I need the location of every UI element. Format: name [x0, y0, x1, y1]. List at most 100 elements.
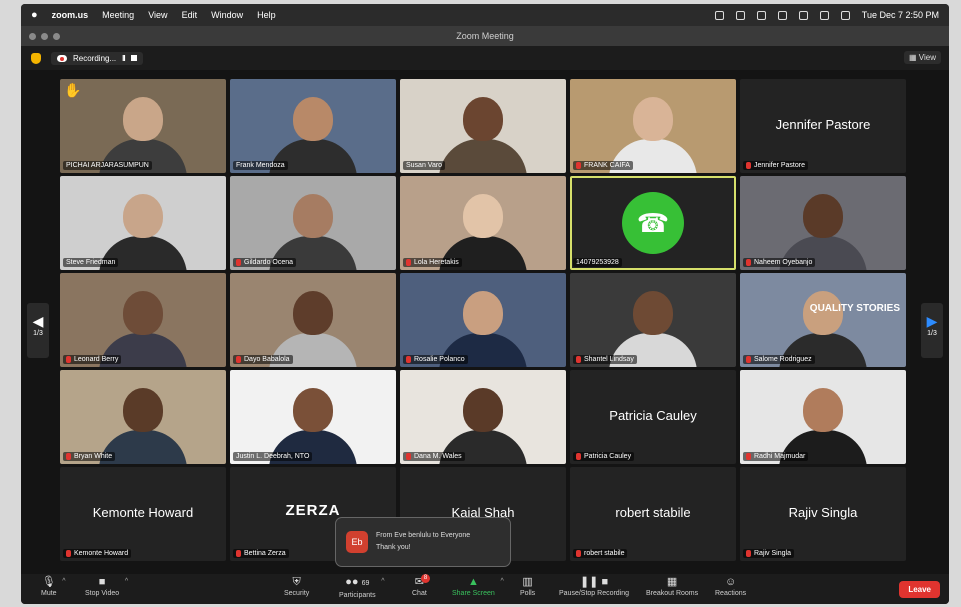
chat-button[interactable]: ✉ 8 Chat — [412, 574, 430, 597]
breakout-label: Breakout Rooms — [646, 590, 699, 597]
stop-recording-icon[interactable] — [130, 55, 137, 61]
chevron-up-icon[interactable]: ^ — [125, 578, 128, 585]
participant-tile[interactable]: Naheem Oyebanjo — [740, 176, 906, 270]
leave-button[interactable]: Leave — [899, 581, 940, 598]
battery-icon[interactable] — [798, 10, 808, 20]
bluetooth-icon[interactable] — [777, 10, 787, 20]
menu-help[interactable]: Help — [257, 10, 276, 20]
participants-button[interactable]: ●● 69 Participants ^ — [339, 576, 385, 599]
participant-head — [293, 291, 333, 335]
participant-name-label: PICHAI ARJARASUMPUN — [63, 161, 152, 170]
participant-name-label: Jennifer Pastore — [743, 161, 808, 170]
participant-name-label: robert stabile — [573, 549, 628, 558]
participant-tile[interactable]: Rajiv Singla Rajiv Singla — [740, 467, 906, 561]
polls-button[interactable]: ▥ Polls — [520, 576, 535, 597]
participant-tile[interactable]: Justin L. Deebrah, NTO — [230, 370, 396, 464]
menu-window[interactable]: Window — [211, 10, 243, 20]
chevron-up-icon[interactable]: ^ — [381, 578, 384, 585]
stop-video-button[interactable]: ■ Stop Video ^ — [85, 576, 128, 597]
participant-tile[interactable]: ✋ PICHAI ARJARASUMPUN — [60, 79, 226, 173]
menu-edit[interactable]: Edit — [182, 10, 198, 20]
participant-tile[interactable]: Dayo Babalola — [230, 273, 396, 367]
video-feed — [60, 79, 226, 173]
participant-tile[interactable]: Shantel Lindsay — [570, 273, 736, 367]
participant-tile[interactable]: Radhi Majmudar — [740, 370, 906, 464]
pause-stop-recording-button[interactable]: ❚❚ ■ Pause/Stop Recording — [559, 576, 629, 597]
video-feed — [400, 273, 566, 367]
share-screen-button[interactable]: ▲ Share Screen ^ — [452, 576, 504, 597]
status-icon-2[interactable] — [735, 10, 745, 20]
chevron-up-icon[interactable]: ^ — [501, 578, 504, 585]
participant-tile[interactable]: FRANK CAIFA — [570, 79, 736, 173]
security-label: Security — [284, 590, 310, 597]
muted-mic-icon — [576, 453, 581, 460]
participant-tile[interactable]: robert stabile robert stabile — [570, 467, 736, 561]
participant-name-label: Kemonte Howard — [63, 549, 132, 558]
participant-tile[interactable]: Steve Friedman — [60, 176, 226, 270]
participant-tile[interactable]: QUALITY STORIES Salome Rodriguez — [740, 273, 906, 367]
participant-tile[interactable]: Kemonte Howard Kemonte Howard — [60, 467, 226, 561]
participant-tile[interactable]: Bryan White — [60, 370, 226, 464]
participant-head — [463, 388, 503, 432]
chat-from: From Eve benlulu to Everyone — [376, 532, 471, 539]
meeting-topbar: Recording... II ▦ View — [21, 46, 949, 70]
participant-name-label: Leonard Berry — [63, 355, 122, 364]
security-button[interactable]: ⛨ Security — [284, 576, 309, 597]
participants-count: 69 — [361, 580, 370, 587]
participant-name: Jennifer Pastore — [754, 162, 805, 169]
participant-name: Gildardo Ocena — [244, 259, 294, 266]
chevron-up-icon[interactable]: ^ — [62, 578, 65, 585]
stop-video-label: Stop Video — [85, 590, 120, 597]
participant-name: PICHAI ARJARASUMPUN — [66, 162, 149, 169]
mute-button[interactable]: 🎙 Mute ^ — [41, 576, 66, 597]
participant-tile[interactable]: Leonard Berry — [60, 273, 226, 367]
video-feed — [400, 79, 566, 173]
chevron-right-icon: ▶ — [926, 313, 938, 329]
sender-avatar: Eb — [346, 531, 368, 553]
video-feed — [740, 273, 906, 367]
participant-tile[interactable]: Susan Varo — [400, 79, 566, 173]
participant-tile[interactable]: Dana M. Wales — [400, 370, 566, 464]
reactions-button[interactable]: ☺ Reactions — [715, 576, 746, 597]
participant-name-label: Justin L. Deebrah, NTO — [233, 452, 313, 461]
search-icon[interactable] — [840, 10, 850, 20]
participant-name: 14079253928 — [576, 259, 619, 266]
prev-page-button[interactable]: ◀ 1/3 — [27, 303, 49, 358]
participant-name-label: Naheem Oyebanjo — [743, 258, 816, 267]
muted-mic-icon — [746, 356, 751, 363]
recording-indicator: Recording... II — [51, 51, 143, 65]
pause-recording-icon[interactable]: II — [122, 54, 126, 63]
next-page-button[interactable]: ▶ 1/3 — [921, 303, 943, 358]
breakout-rooms-button[interactable]: ▦ Breakout Rooms — [646, 576, 698, 597]
participant-tile[interactable]: Patricia Cauley Patricia Cauley — [570, 370, 736, 464]
video-feed — [230, 79, 396, 173]
apple-icon[interactable]: ● — [31, 9, 38, 21]
chat-notification[interactable]: Eb From Eve benlulu to Everyone Thank yo… — [335, 517, 511, 567]
participant-tile[interactable]: Lola Heretakis — [400, 176, 566, 270]
status-icon-1[interactable] — [714, 10, 724, 20]
status-icon-3[interactable] — [756, 10, 766, 20]
muted-mic-icon — [746, 259, 751, 266]
participant-name: Salome Rodriguez — [754, 356, 812, 363]
participant-head — [463, 194, 503, 238]
zoom-screen: ● zoom.us Meeting View Edit Window Help … — [21, 4, 949, 604]
raised-hand-icon: ✋ — [64, 82, 82, 98]
wifi-icon[interactable] — [819, 10, 829, 20]
participant-tile[interactable]: Frank Mendoza — [230, 79, 396, 173]
menubar-clock[interactable]: Tue Dec 7 2:50 PM — [862, 10, 939, 20]
app-menu[interactable]: zoom.us — [52, 10, 89, 20]
muted-mic-icon — [406, 259, 411, 266]
shield-icon[interactable] — [31, 52, 41, 64]
participant-tile[interactable]: ☎ 14079253928 — [570, 176, 736, 270]
menu-view[interactable]: View — [148, 10, 167, 20]
menu-meeting[interactable]: Meeting — [102, 10, 134, 20]
participant-tile[interactable]: Jennifer Pastore Jennifer Pastore — [740, 79, 906, 173]
participant-tile[interactable]: Rosalie Polanco — [400, 273, 566, 367]
view-button[interactable]: ▦ View — [904, 51, 941, 64]
participant-name-label: Patricia Cauley — [573, 452, 635, 461]
video-feed — [400, 176, 566, 270]
participant-head — [633, 291, 673, 335]
participant-head — [293, 97, 333, 141]
shield-icon: ⛨ — [292, 576, 301, 588]
participant-tile[interactable]: Gildardo Ocena — [230, 176, 396, 270]
